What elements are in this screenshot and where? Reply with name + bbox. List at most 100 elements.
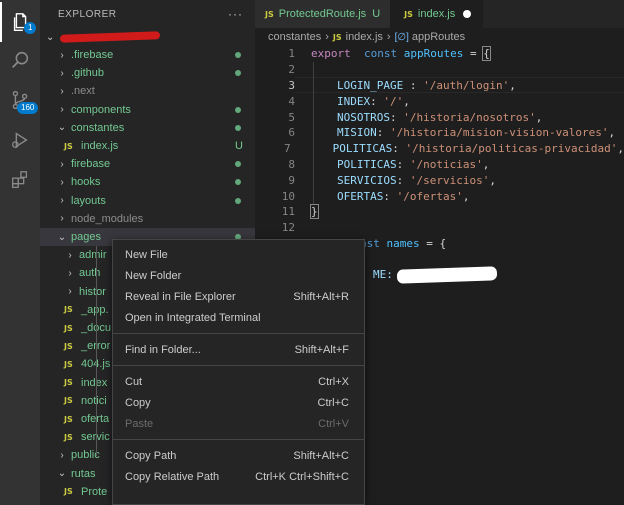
property-key: SERVICIOS: [337, 173, 397, 187]
unsaved-dot-icon[interactable]: [463, 10, 472, 18]
separator: :: [383, 189, 397, 203]
separator: :: [396, 173, 410, 187]
menu-item-label: Open in Integrated Terminal: [125, 311, 261, 324]
git-status-dot-icon: [235, 70, 241, 77]
chevron-right-icon: ›: [60, 158, 64, 170]
property-key: NOSOTROS: [337, 110, 390, 124]
menu-item-label: Copy: [125, 396, 151, 409]
keyword: const: [364, 47, 398, 61]
menu-item-cut[interactable]: Cut Ctrl+X: [113, 371, 364, 392]
tree-item-label: layouts: [71, 194, 106, 207]
line-number: 2: [288, 63, 295, 77]
breadcrumb-folder[interactable]: constantes: [268, 31, 321, 43]
variable-symbol-icon: [∅]: [394, 31, 409, 43]
chevron-down-icon: ⌄: [57, 231, 67, 243]
tree-item-label: .firebase: [71, 49, 114, 61]
brace: }: [310, 204, 319, 220]
menu-separator: [113, 439, 364, 440]
project-root[interactable]: ⌄: [40, 28, 255, 46]
js-file-icon: JS: [64, 359, 73, 369]
string-value: '/historia/nosotros': [403, 110, 536, 124]
string-value: '/': [383, 94, 404, 108]
separator: :: [376, 126, 390, 140]
identifier: names: [386, 236, 420, 250]
chevron-right-icon: ›: [60, 213, 64, 225]
folder-item[interactable]: › layouts: [40, 192, 255, 210]
more-actions-icon[interactable]: ···: [228, 7, 243, 21]
menu-item-copy[interactable]: Copy Ctrl+C: [113, 392, 364, 413]
file-item[interactable]: JS index.js U: [40, 137, 255, 155]
source-control-activity[interactable]: 160: [0, 80, 40, 120]
menu-item-shortcut: Ctrl+K Ctrl+Shift+C: [255, 470, 349, 483]
menu-item-reveal-in-file-explorer[interactable]: Reveal in File Explorer Shift+Alt+R: [113, 286, 364, 307]
code-line: 6 MISION: '/historia/mision-vision-valore…: [255, 125, 624, 141]
search-icon: [12, 51, 29, 68]
separator: :: [389, 110, 404, 124]
git-status-dot-icon: [235, 124, 241, 131]
breadcrumb-file[interactable]: index.js: [346, 31, 383, 43]
extensions-activity[interactable]: [0, 160, 40, 200]
menu-item-shortcut: Shift+Alt+F: [294, 343, 349, 356]
code-line: 10 OFERTAS: '/ofertas',: [255, 188, 624, 204]
tree-item-label: hooks: [71, 176, 101, 189]
line-number: 8: [288, 157, 295, 171]
menu-item-shortcut: Ctrl+X: [318, 375, 349, 388]
folder-item[interactable]: › node_modules: [40, 210, 255, 228]
folder-item[interactable]: › firebase: [40, 155, 255, 173]
tree-item-label: _error: [78, 340, 110, 352]
chevron-down-icon: ⌄: [57, 468, 67, 480]
menu-item-new-file[interactable]: New File: [113, 244, 364, 265]
menu-item-open-in-integrated-terminal[interactable]: Open in Integrated Terminal: [113, 307, 364, 328]
explorer-activity[interactable]: 1: [0, 2, 40, 42]
folder-item[interactable]: › .github: [40, 64, 255, 82]
explorer-title: EXPLORER: [58, 8, 117, 20]
js-file-icon: JS: [404, 9, 413, 19]
search-activity[interactable]: [0, 40, 40, 80]
tree-item-label: rutas: [71, 467, 96, 480]
menu-item-label: Find in Folder...: [125, 343, 201, 356]
folder-item[interactable]: › hooks: [40, 173, 255, 191]
extensions-icon: [12, 171, 28, 188]
separator: :: [392, 142, 406, 156]
menu-separator: [113, 365, 364, 366]
js-file-icon: JS: [64, 487, 73, 497]
comma: ,: [482, 157, 490, 171]
tab-protectedroute[interactable]: JS ProtectedRoute.js U: [255, 0, 391, 28]
js-file-icon: JS: [64, 378, 73, 388]
chevron-right-icon: ›: [60, 176, 64, 188]
menu-item-label: Paste: [125, 417, 154, 430]
breadcrumb-symbol[interactable]: appRoutes: [412, 31, 465, 43]
comma: ,: [462, 189, 470, 203]
js-file-icon: JS: [332, 32, 342, 42]
context-menu: New File New Folder Reveal in File Explore…: [112, 239, 365, 505]
explorer-header: EXPLORER ···: [40, 0, 255, 28]
chevron-down-icon: ⌄: [57, 122, 67, 134]
folder-item[interactable]: › .next: [40, 82, 255, 100]
code-line: 9 SERVICIOS: '/servicios',: [255, 172, 624, 188]
property-key: POLITICAS: [332, 142, 393, 156]
code-line: 8 POLITICAS: '/noticias',: [255, 157, 624, 173]
js-file-icon: JS: [64, 432, 73, 442]
line-number: 3: [288, 78, 295, 92]
folder-item[interactable]: ⌄ constantes: [40, 119, 255, 137]
chevron-right-icon: ›: [325, 31, 329, 43]
menu-item-new-folder[interactable]: New Folder: [113, 265, 364, 286]
brace: {: [482, 46, 491, 62]
chevron-right-icon: ›: [60, 104, 64, 116]
js-file-icon: JS: [265, 9, 274, 19]
tree-item-label: pages: [71, 231, 101, 243]
string-value: '/historia/politicas-privacidad': [405, 142, 618, 156]
folder-item[interactable]: › components: [40, 101, 255, 119]
tab-index[interactable]: JS index.js: [390, 0, 484, 28]
run-debug-activity[interactable]: [0, 120, 40, 160]
menu-item-copy-relative-path[interactable]: Copy Relative Path Ctrl+K Ctrl+Shift+C: [113, 466, 364, 487]
comma: ,: [489, 173, 496, 187]
line-number: 5: [288, 110, 295, 124]
folder-item[interactable]: › .firebase: [40, 46, 255, 64]
menu-item-shortcut: Shift+Alt+R: [293, 290, 349, 303]
property-key: OFERTAS: [337, 189, 384, 203]
menu-item-copy-path[interactable]: Copy Path Shift+Alt+C: [113, 445, 364, 466]
tab-bar: JS ProtectedRoute.js U JS index.js: [255, 0, 624, 28]
menu-item-find-in-folder[interactable]: Find in Folder... Shift+Alt+F: [113, 339, 364, 360]
property-key: INDEX: [337, 94, 371, 108]
